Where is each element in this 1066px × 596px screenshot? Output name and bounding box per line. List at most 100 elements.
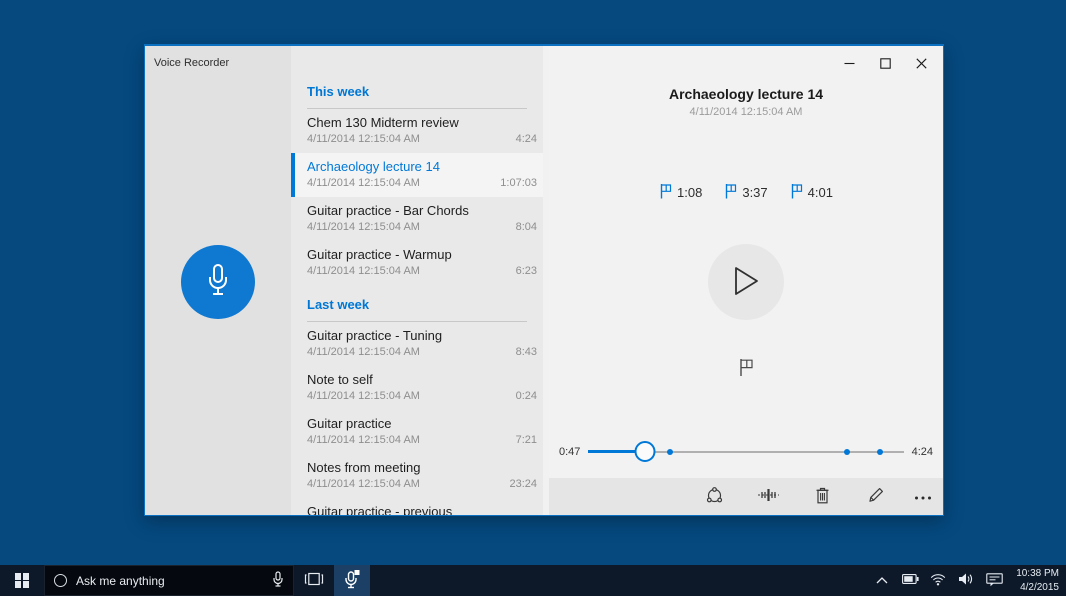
rename-button[interactable] xyxy=(849,478,903,515)
flag-time: 4:01 xyxy=(807,185,833,200)
player-toolbar xyxy=(549,478,943,515)
recording-date: 4/11/2014 12:15:04 AM xyxy=(307,478,420,490)
volume-button[interactable] xyxy=(952,565,980,596)
flag-marker[interactable]: 1:08 xyxy=(659,183,702,202)
section-header-last-week: Last week xyxy=(307,297,527,322)
slider-track[interactable] xyxy=(588,440,904,464)
add-flag-icon xyxy=(738,359,754,380)
recording-item[interactable]: Chem 130 Midterm review 4/11/2014 12:15:… xyxy=(291,109,543,153)
rename-icon xyxy=(867,486,885,507)
record-button[interactable] xyxy=(181,245,255,319)
flag-icon xyxy=(790,183,803,202)
close-icon xyxy=(915,57,927,72)
section-header-this-week: This week xyxy=(307,84,527,109)
recording-duration: 1:07:03 xyxy=(500,177,537,189)
tray-expand-button[interactable] xyxy=(868,565,896,596)
flag-marker[interactable]: 4:01 xyxy=(790,183,833,202)
total-time: 4:24 xyxy=(911,446,933,458)
app-title: Voice Recorder xyxy=(154,57,230,69)
player-recording-title: Archaeology lecture 14 xyxy=(668,86,824,102)
start-button[interactable] xyxy=(0,565,44,596)
taskbar-clock[interactable]: 10:38 PM 4/2/2015 xyxy=(1016,567,1059,594)
system-tray: 10:38 PM 4/2/2015 xyxy=(868,565,1066,596)
player-recording-date: 4/11/2014 12:15:04 AM xyxy=(689,106,803,118)
recording-title: Notes from meeting xyxy=(307,460,421,475)
slider-thumb[interactable] xyxy=(634,441,656,462)
recording-duration: 4:24 xyxy=(515,133,537,145)
recording-duration: 8:43 xyxy=(515,346,537,358)
recording-item-selected[interactable]: Archaeology lecture 14 4/11/2014 12:15:0… xyxy=(291,153,543,197)
task-view-button[interactable] xyxy=(294,565,334,596)
minimize-icon xyxy=(844,57,855,72)
player-pane: Archaeology lecture 14 4/11/2014 12:15:0… xyxy=(549,46,943,515)
maximize-button[interactable] xyxy=(867,50,903,78)
wifi-button[interactable] xyxy=(924,565,952,596)
voice-recorder-app-icon xyxy=(343,569,361,592)
taskbar: 10:38 PM 4/2/2015 xyxy=(0,565,1066,596)
recording-item[interactable]: Guitar practice 4/11/2014 12:15:04 AM 7:… xyxy=(291,410,543,454)
flag-time: 3:37 xyxy=(742,185,768,200)
play-icon xyxy=(730,263,762,302)
flag-time: 1:08 xyxy=(677,185,703,200)
search-input[interactable] xyxy=(76,573,263,588)
delete-button[interactable] xyxy=(795,478,849,515)
recording-title: Archaeology lecture 14 xyxy=(307,159,440,174)
trim-icon xyxy=(757,486,779,507)
recording-title: Guitar practice - previous xyxy=(307,504,453,515)
recording-date: 4/11/2014 12:15:04 AM xyxy=(307,221,420,233)
search-mic-button[interactable] xyxy=(272,570,284,591)
add-flag-button[interactable] xyxy=(738,358,754,380)
voice-recorder-window: Voice Recorder This week Chem 130 Midter… xyxy=(144,44,944,516)
recording-title: Guitar practice - Bar Chords xyxy=(307,203,469,218)
player-header: Archaeology lecture 14 4/11/2014 12:15:0… xyxy=(549,86,943,118)
task-view-icon xyxy=(304,572,324,589)
voice-recorder-taskbar-button[interactable] xyxy=(334,565,370,596)
recording-title: Guitar practice - Warmup xyxy=(307,247,452,262)
recording-date: 4/11/2014 12:15:04 AM xyxy=(307,346,420,358)
recording-title: Chem 130 Midterm review xyxy=(307,115,459,130)
clock-date: 4/2/2015 xyxy=(1020,581,1059,593)
recording-item[interactable]: Guitar practice - Bar Chords 4/11/2014 1… xyxy=(291,197,543,241)
recording-duration: 0:24 xyxy=(515,390,537,402)
flag-marker-dot xyxy=(876,449,883,455)
search-box[interactable] xyxy=(44,565,294,596)
battery-button[interactable] xyxy=(896,565,924,596)
recording-duration: 7:21 xyxy=(515,434,537,446)
more-button[interactable] xyxy=(903,478,943,515)
flag-icon xyxy=(659,183,672,202)
volume-icon xyxy=(958,572,974,589)
action-center-icon xyxy=(985,572,1003,590)
windows-logo-icon xyxy=(14,573,30,588)
recording-date: 4/11/2014 12:15:04 AM xyxy=(307,265,420,277)
flag-marker[interactable]: 3:37 xyxy=(724,183,768,202)
recording-date: 4/11/2014 12:15:04 AM xyxy=(307,434,420,446)
taskbar-spacer xyxy=(370,565,868,596)
recording-item[interactable]: Notes from meeting 4/11/2014 12:15:04 AM… xyxy=(291,454,543,498)
recording-title: Note to self xyxy=(307,372,373,387)
cortana-icon xyxy=(54,574,67,587)
recording-item[interactable]: Note to self 4/11/2014 12:15:04 AM 0:24 xyxy=(291,366,543,410)
play-button[interactable] xyxy=(708,244,784,320)
share-button[interactable] xyxy=(687,478,741,515)
seek-bar: 0:47 4:24 xyxy=(559,437,933,467)
more-icon xyxy=(914,489,932,504)
delete-icon xyxy=(814,486,831,508)
maximize-icon xyxy=(879,57,891,72)
trim-button[interactable] xyxy=(741,478,795,515)
close-button[interactable] xyxy=(903,50,939,78)
current-time: 0:47 xyxy=(559,446,581,458)
tray-expand-icon xyxy=(875,573,889,588)
recording-date: 4/11/2014 12:15:04 AM xyxy=(307,177,420,189)
action-center-button[interactable] xyxy=(980,565,1008,596)
recording-date: 4/11/2014 12:15:04 AM xyxy=(307,133,420,145)
search-mic-icon xyxy=(272,570,284,591)
recordings-list: This week Chem 130 Midterm review 4/11/2… xyxy=(291,46,549,515)
flag-icon xyxy=(724,183,737,202)
minimize-button[interactable] xyxy=(831,50,867,78)
recording-item-truncated[interactable]: Guitar practice - previous xyxy=(291,498,543,515)
flag-marker-dot xyxy=(667,449,674,455)
recording-item[interactable]: Guitar practice - Warmup 4/11/2014 12:15… xyxy=(291,241,543,285)
flag-markers-row: 1:08 3:37 4:01 xyxy=(549,183,943,202)
recording-item[interactable]: Guitar practice - Tuning 4/11/2014 12:15… xyxy=(291,322,543,366)
flag-marker-dot xyxy=(843,449,850,455)
